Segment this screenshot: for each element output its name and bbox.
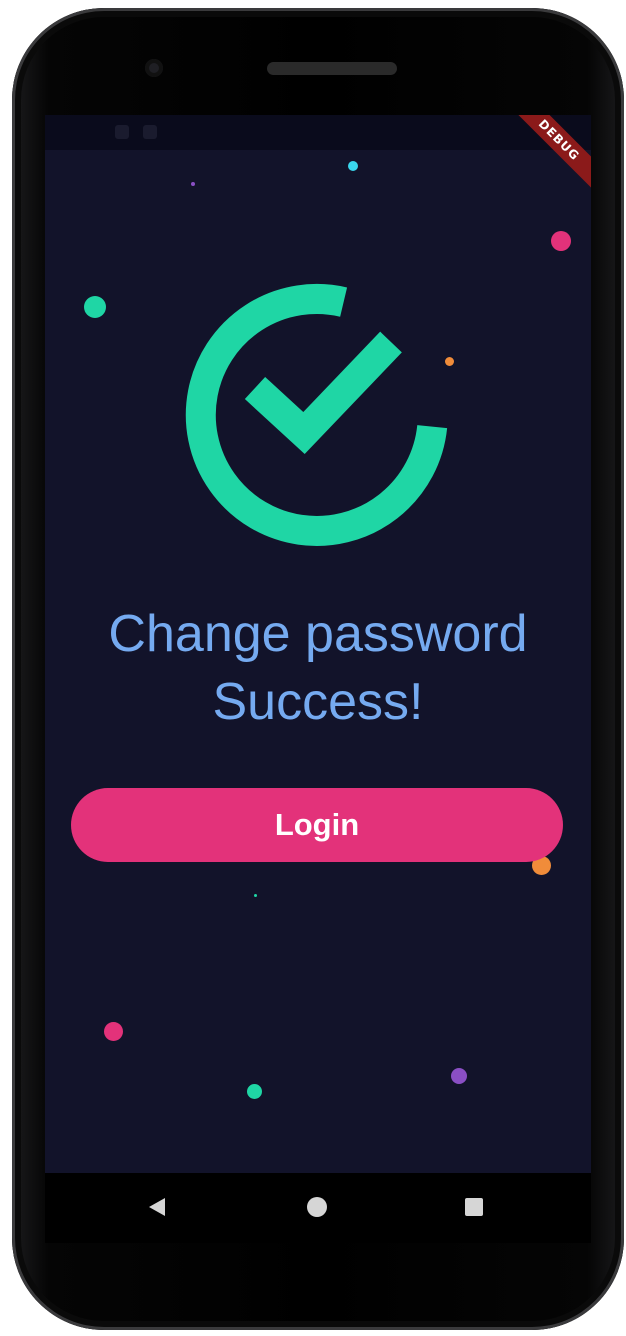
- confetti-dot: [247, 1084, 262, 1099]
- login-button[interactable]: Login: [71, 788, 563, 862]
- front-camera: [145, 59, 163, 77]
- home-circle-icon[interactable]: [307, 1197, 327, 1217]
- confetti-dot: [348, 161, 358, 171]
- confetti-dot: [191, 182, 195, 186]
- success-title-line: Success!: [212, 673, 424, 731]
- success-title-line: Change password: [108, 605, 528, 663]
- confetti-dot: [84, 296, 106, 318]
- notification-icon: [115, 125, 129, 139]
- back-triangle-icon[interactable]: [149, 1198, 165, 1216]
- confetti-dot: [551, 231, 571, 251]
- notification-icon: [143, 125, 157, 139]
- check-circle-icon: [185, 283, 448, 546]
- confetti-dot: [451, 1068, 467, 1084]
- app-screen: DEBUG Change password Success! Login: [45, 115, 591, 1173]
- confetti-dot: [104, 1022, 123, 1041]
- earpiece-speaker: [267, 62, 397, 75]
- recents-square-icon[interactable]: [465, 1198, 483, 1216]
- status-bar: [45, 115, 591, 150]
- confetti-dot: [254, 894, 257, 897]
- success-message: Change password Success!: [45, 600, 591, 736]
- system-navigation-bar: [45, 1173, 591, 1243]
